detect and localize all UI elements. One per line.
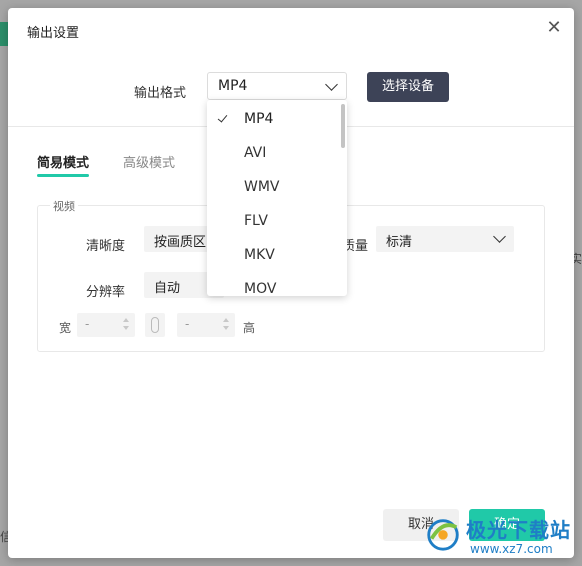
output-format-label: 输出格式: [134, 86, 187, 101]
chevron-down-icon: [493, 230, 506, 243]
tab-simple-mode[interactable]: 简易模式: [37, 152, 90, 177]
watermark-url: www.xz7.com: [470, 542, 553, 556]
width-value: -: [85, 317, 90, 331]
width-input[interactable]: -: [77, 313, 135, 337]
format-option-label: WMV: [244, 179, 280, 195]
format-option-mkv[interactable]: MKV: [207, 238, 341, 272]
width-label: 宽: [59, 321, 72, 335]
height-input[interactable]: -: [177, 313, 235, 337]
height-label: 高: [243, 321, 256, 335]
background-accent-strip: [0, 22, 8, 46]
format-option-label: MP4: [244, 111, 274, 127]
format-option-mp4[interactable]: MP4: [207, 102, 341, 136]
clarity-label: 清晰度: [86, 239, 126, 254]
format-option-label: MKV: [244, 247, 275, 263]
select-device-button[interactable]: 选择设备: [367, 72, 449, 102]
height-value: -: [185, 317, 190, 331]
stepper-icon[interactable]: [123, 318, 129, 330]
watermark-name: 极光下载站: [466, 518, 571, 542]
output-format-select[interactable]: MP4: [207, 72, 347, 100]
format-option-mov[interactable]: MOV: [207, 272, 341, 296]
format-option-label: AVI: [244, 145, 267, 161]
format-option-label: MOV: [244, 281, 277, 296]
format-option-label: FLV: [244, 213, 268, 229]
resolution-value: 自动: [154, 281, 181, 296]
output-format-value: MP4: [218, 78, 248, 94]
watermark-logo-icon: [427, 519, 459, 551]
resolution-label: 分辨率: [86, 285, 126, 300]
stepper-icon[interactable]: [223, 318, 229, 330]
video-group-legend: 视频: [50, 198, 78, 214]
chevron-down-icon: [325, 78, 338, 91]
aspect-lock-button[interactable]: [145, 313, 165, 337]
output-format-dropdown: MP4 AVI WMV FLV MKV MOV: [207, 100, 347, 296]
close-icon[interactable]: ✕: [544, 18, 564, 38]
check-icon: [217, 112, 228, 123]
format-option-avi[interactable]: AVI: [207, 136, 341, 170]
tab-advanced-mode[interactable]: 高级模式: [123, 152, 175, 171]
output-format-row: 输出格式 MP4 选择设备: [8, 70, 574, 104]
dialog-titlebar: 输出设置 ✕: [8, 8, 574, 52]
format-option-wmv[interactable]: WMV: [207, 170, 341, 204]
clarity-value: 按画质区: [154, 235, 207, 250]
dropdown-scrollbar[interactable]: [341, 104, 345, 148]
format-option-flv[interactable]: FLV: [207, 204, 341, 238]
link-icon: [151, 317, 159, 333]
quality-value: 标清: [386, 235, 413, 250]
watermark: 极光下载站 www.xz7.com: [424, 512, 574, 562]
dialog-title: 输出设置: [27, 26, 80, 41]
quality-select[interactable]: 标清: [376, 226, 514, 252]
